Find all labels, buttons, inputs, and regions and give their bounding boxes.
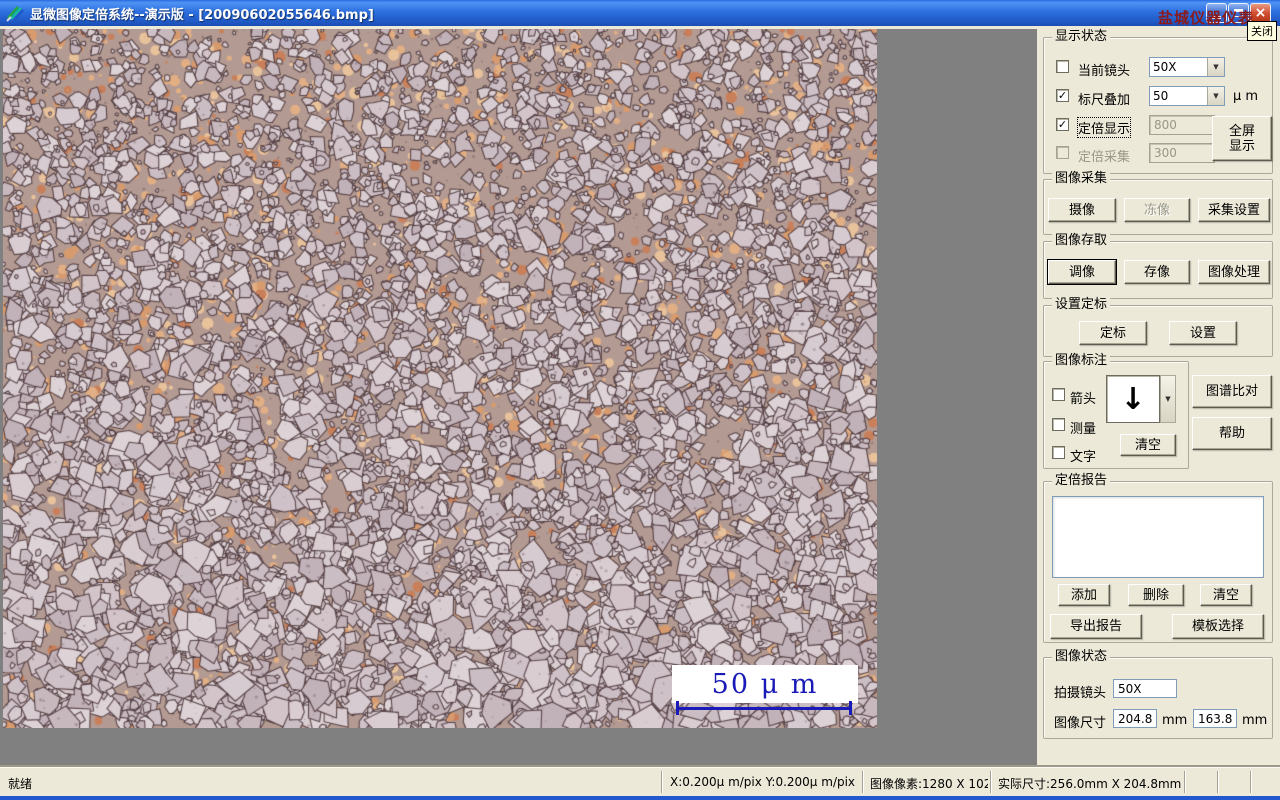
capture-group: 图像采集 摄像 冻像 采集设置 — [1043, 172, 1273, 235]
report-listbox[interactable] — [1052, 496, 1264, 578]
annotation-clear-button[interactable]: 清空 — [1120, 434, 1176, 456]
image-width-field[interactable]: 204.8 — [1113, 709, 1157, 728]
scale-overlay-value: 50 — [1153, 89, 1169, 103]
annotation-group: 图像标注 箭头 测量 文字 ↓ ▼ 清空 — [1043, 354, 1189, 469]
measure-label: 测量 — [1070, 422, 1097, 437]
app-icon — [6, 6, 24, 22]
fixed-display-field: 800 — [1149, 115, 1215, 135]
minimize-button[interactable] — [1206, 3, 1227, 23]
report-clear-button[interactable]: 清空 — [1200, 584, 1252, 606]
calibration-group-label: 设置定标 — [1052, 298, 1111, 312]
restore-button[interactable] — [1228, 3, 1249, 23]
fixed-capture-field: 300 — [1149, 143, 1215, 163]
report-group: 定倍报告 添加 删除 清空 导出报告 模板选择 — [1043, 474, 1273, 643]
text-checkbox[interactable] — [1052, 446, 1065, 459]
scale-overlay-label: 标尺叠加 — [1078, 93, 1131, 108]
capture-lens-field[interactable]: 50X — [1113, 679, 1177, 698]
capture-group-label: 图像采集 — [1052, 172, 1111, 186]
display-status-group-label: 显示状态 — [1052, 30, 1111, 44]
arrow-label: 箭头 — [1070, 392, 1097, 407]
status-pixel-scale: X:0.200μ m/pix Y:0.200μ m/pix — [670, 775, 856, 789]
window-title: 显微图像定倍系统--演示版 - [20090602055646.bmp] — [30, 8, 374, 23]
calibration-group: 设置定标 定标 设置 — [1043, 298, 1273, 357]
report-add-button[interactable]: 添加 — [1058, 584, 1110, 606]
status-image-pixels: 图像像素:1280 X 1024 — [870, 777, 988, 791]
close-button[interactable]: × — [1250, 3, 1271, 23]
chevron-down-icon[interactable]: ▼ — [1207, 87, 1224, 105]
camera-button[interactable]: 摄像 — [1048, 198, 1116, 222]
capture-settings-button[interactable]: 采集设置 — [1198, 198, 1270, 222]
minimize-icon — [1212, 16, 1221, 19]
load-image-button[interactable]: 调像 — [1048, 260, 1116, 284]
chevron-down-icon[interactable]: ▼ — [1207, 58, 1224, 76]
control-panel: 显示状态 当前镜头 50X ▼ ✓ 标尺叠加 50 ▼ μ m ✓ 定倍显示 8… — [1037, 29, 1280, 767]
save-image-button[interactable]: 存像 — [1124, 260, 1190, 284]
display-status-group: 显示状态 当前镜头 50X ▼ ✓ 标尺叠加 50 ▼ μ m ✓ 定倍显示 8… — [1043, 30, 1273, 174]
statusbar-separator — [1250, 771, 1252, 793]
scale-bar-right-tick — [849, 701, 852, 715]
arrow-style-dropdown-button[interactable]: ▼ — [1160, 375, 1176, 423]
template-select-button[interactable]: 模板选择 — [1172, 614, 1264, 639]
restore-icon — [1234, 9, 1243, 17]
fixed-capture-checkbox — [1056, 146, 1069, 159]
arrow-checkbox[interactable] — [1052, 388, 1065, 401]
window-bottom-border — [0, 796, 1280, 800]
close-tooltip: 关闭 — [1247, 21, 1277, 41]
image-height-unit: mm — [1242, 713, 1268, 728]
image-process-button[interactable]: 图像处理 — [1198, 260, 1270, 284]
statusbar-separator — [1217, 771, 1219, 793]
annotation-arrow-icon: ↓ — [1120, 381, 1146, 417]
calibration-settings-button[interactable]: 设置 — [1169, 321, 1237, 345]
titlebar: 显微图像定倍系统--演示版 - [20090602055646.bmp] × 盐… — [0, 0, 1280, 27]
status-actual-size: 实际尺寸:256.0mm X 204.8mm — [998, 777, 1182, 791]
help-button[interactable]: 帮助 — [1192, 417, 1272, 450]
scale-bar-label-box: 50 μ m — [672, 665, 858, 703]
image-status-group: 图像状态 拍摄镜头 50X 图像尺寸 204.8 mm 163.8 mm — [1043, 650, 1273, 739]
micrograph-viewport[interactable]: 50 μ m — [3, 29, 877, 728]
image-height-field[interactable]: 163.8 — [1193, 709, 1237, 728]
scale-bar-rule — [676, 707, 852, 710]
status-ready-text: 就绪 — [8, 777, 33, 791]
storage-group: 图像存取 调像 存像 图像处理 — [1043, 234, 1273, 299]
application-window: 显微图像定倍系统--演示版 - [20090602055646.bmp] × 盐… — [0, 0, 1280, 800]
calibrate-button[interactable]: 定标 — [1079, 321, 1147, 345]
text-label: 文字 — [1070, 450, 1097, 465]
current-lens-checkbox[interactable] — [1056, 60, 1069, 73]
atlas-compare-button[interactable]: 图谱比对 — [1192, 375, 1272, 408]
annotation-group-label: 图像标注 — [1052, 354, 1111, 368]
fixed-capture-label: 定倍采集 — [1078, 150, 1131, 165]
arrow-style-preview[interactable]: ↓ — [1106, 375, 1160, 423]
current-lens-combobox[interactable]: 50X ▼ — [1149, 57, 1225, 77]
capture-lens-label: 拍摄镜头 — [1054, 686, 1107, 701]
image-width-unit: mm — [1162, 713, 1188, 728]
current-lens-label: 当前镜头 — [1078, 64, 1131, 79]
fullscreen-button[interactable]: 全屏显示 — [1212, 116, 1272, 161]
storage-group-label: 图像存取 — [1052, 234, 1111, 248]
fixed-display-checkbox[interactable]: ✓ — [1056, 118, 1069, 131]
freeze-button: 冻像 — [1124, 198, 1190, 222]
report-group-label: 定倍报告 — [1052, 474, 1111, 488]
scale-bar-text: 50 μ m — [711, 668, 819, 700]
statusbar-separator — [661, 771, 663, 793]
scale-overlay-combobox[interactable]: 50 ▼ — [1149, 86, 1225, 106]
scale-overlay-checkbox[interactable]: ✓ — [1056, 89, 1069, 102]
current-lens-value: 50X — [1153, 60, 1177, 74]
report-delete-button[interactable]: 删除 — [1128, 584, 1184, 606]
statusbar-separator — [990, 771, 992, 793]
statusbar-separator — [862, 771, 864, 793]
export-report-button[interactable]: 导出报告 — [1050, 614, 1142, 639]
scale-overlay-unit: μ m — [1233, 89, 1259, 104]
close-icon: × — [1254, 5, 1267, 21]
scale-bar-line — [676, 701, 852, 715]
statusbar-separator — [1184, 771, 1186, 793]
measure-checkbox[interactable] — [1052, 418, 1065, 431]
statusbar: 就绪 X:0.200μ m/pix Y:0.200μ m/pix 图像像素:12… — [0, 767, 1280, 796]
image-size-label: 图像尺寸 — [1054, 716, 1107, 731]
chevron-down-icon: ▼ — [1165, 395, 1171, 403]
image-status-group-label: 图像状态 — [1052, 650, 1111, 664]
micrograph-canvas — [3, 29, 877, 728]
fixed-display-label: 定倍显示 — [1076, 117, 1132, 138]
